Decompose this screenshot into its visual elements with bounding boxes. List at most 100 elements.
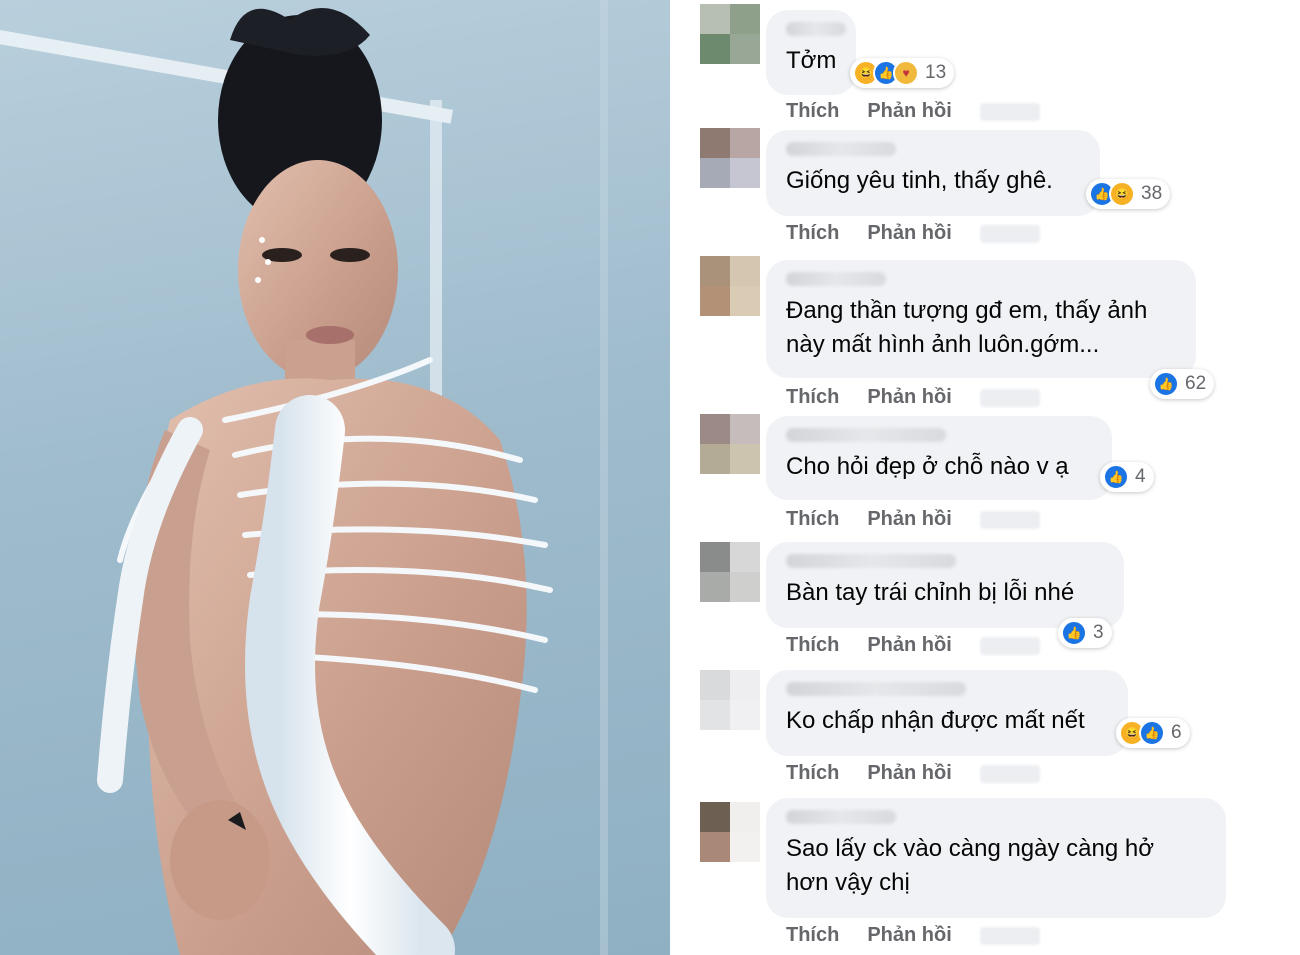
like-link[interactable]: Thích [786, 634, 839, 657]
reaction-count: 38 [1141, 183, 1163, 204]
avatar-tile [700, 286, 730, 316]
reaction-count: 62 [1185, 373, 1207, 394]
avatar-tile [700, 256, 730, 286]
avatar-tile [700, 414, 730, 444]
comment-bubble: Tởm [766, 10, 856, 95]
like-link[interactable]: Thích [786, 762, 839, 785]
avatar[interactable] [700, 670, 760, 730]
comment-text: Cho hỏi đẹp ở chỗ nào v ạ [786, 453, 1069, 480]
author-name-redacted [786, 142, 896, 156]
avatar-tile [700, 444, 730, 474]
author-name-redacted [786, 554, 956, 568]
avatar-tile [730, 158, 760, 188]
avatar-tile [730, 256, 760, 286]
comment-actions: Thích Phản hồi [786, 634, 1040, 657]
timestamp-redacted [979, 636, 1040, 655]
haha-icon: 😆 [1109, 181, 1135, 207]
reaction-count: 13 [925, 62, 947, 83]
comment-text-line-2: này mất hình ảnh luôn.gớm... [786, 331, 1100, 358]
reply-link[interactable]: Phản hồi [867, 508, 951, 531]
reaction-summary[interactable]: 👍 4 [1100, 462, 1154, 492]
comment-bubble: Ko chấp nhận được mất nết [766, 670, 1128, 756]
comment-actions: Thích Phản hồi [786, 386, 1040, 409]
comment-text-line-2: hơn vậy chị [786, 869, 910, 896]
like-link[interactable]: Thích [786, 222, 839, 245]
avatar[interactable] [700, 128, 760, 188]
reply-link[interactable]: Phản hồi [867, 762, 951, 785]
avatar-tile [730, 670, 760, 700]
avatar-tile [730, 832, 760, 862]
like-icon: 👍 [1061, 620, 1087, 646]
reaction-summary[interactable]: 👍 3 [1058, 618, 1112, 648]
avatar-tile [730, 286, 760, 316]
like-icon: 👍 [1103, 464, 1129, 490]
avatar[interactable] [700, 802, 760, 862]
comment-actions: Thích Phản hồi [786, 924, 1040, 947]
avatar-tile [730, 802, 760, 832]
author-name-redacted [786, 810, 896, 824]
reaction-count: 4 [1135, 466, 1146, 487]
avatar-tile [730, 572, 760, 602]
reaction-summary[interactable]: 😆 👍 6 [1116, 718, 1190, 748]
comment-text: Bàn tay trái chỉnh bị lỗi nhé [786, 579, 1075, 606]
avatar-tile [700, 34, 730, 64]
avatar-tile [730, 444, 760, 474]
reaction-count: 3 [1093, 622, 1104, 643]
reaction-summary[interactable]: 👍 😆 38 [1086, 179, 1171, 209]
comment-text-line-1: Đang thần tượng gđ em, thấy ảnh [786, 297, 1148, 324]
comment-bubble: Đang thần tượng gđ em, thấy ảnh này mất … [766, 260, 1196, 378]
comment-actions: Thích Phản hồi [786, 762, 1040, 785]
author-name-redacted [786, 22, 846, 36]
reaction-count: 6 [1171, 722, 1182, 743]
avatar-tile [730, 34, 760, 64]
comment-bubble: Sao lấy ck vào càng ngày càng hở hơn vậy… [766, 798, 1226, 918]
avatar-tile [700, 4, 730, 34]
author-name-redacted [786, 272, 886, 286]
timestamp-redacted [979, 764, 1040, 783]
like-link[interactable]: Thích [786, 386, 839, 409]
care-icon: ♥ [893, 60, 919, 86]
avatar[interactable] [700, 414, 760, 474]
reaction-summary[interactable]: 😆 👍 ♥ 13 [850, 58, 955, 88]
like-link[interactable]: Thích [786, 924, 839, 947]
photo-illustration [0, 0, 608, 955]
avatar-tile [730, 128, 760, 158]
author-name-redacted [786, 428, 946, 442]
avatar[interactable] [700, 542, 760, 602]
like-link[interactable]: Thích [786, 100, 839, 123]
reply-link[interactable]: Phản hồi [867, 924, 951, 947]
reaction-summary[interactable]: 👍 62 [1150, 369, 1215, 399]
timestamp-redacted [979, 102, 1040, 121]
avatar-tile [730, 542, 760, 572]
reply-link[interactable]: Phản hồi [867, 386, 951, 409]
avatar-tile [700, 128, 730, 158]
timestamp-redacted [979, 926, 1040, 945]
timestamp-redacted [979, 510, 1040, 529]
comment-text: Giống yêu tinh, thấy ghê. [786, 167, 1053, 194]
reply-link[interactable]: Phản hồi [867, 634, 951, 657]
comment-text-line-1: Sao lấy ck vào càng ngày càng hở [786, 835, 1154, 862]
comment-actions: Thích Phản hồi [786, 100, 1040, 123]
comments-feed: Tởm 😆 👍 ♥ 13 Thích Phản hồi Giống yêu ti… [670, 0, 1300, 955]
like-icon: 👍 [1139, 720, 1165, 746]
like-link[interactable]: Thích [786, 508, 839, 531]
comment-text: Ko chấp nhận được mất nết [786, 707, 1085, 734]
reply-link[interactable]: Phản hồi [867, 100, 951, 123]
avatar[interactable] [700, 4, 760, 64]
avatar-tile [700, 572, 730, 602]
comment-bubble: Giống yêu tinh, thấy ghê. [766, 130, 1100, 216]
comment-actions: Thích Phản hồi [786, 508, 1040, 531]
avatar-tile [700, 542, 730, 572]
timestamp-redacted [979, 224, 1040, 243]
avatar-tile [700, 802, 730, 832]
avatar-tile [730, 700, 760, 730]
comment-bubble: Cho hỏi đẹp ở chỗ nào v ạ [766, 416, 1112, 500]
reply-link[interactable]: Phản hồi [867, 222, 951, 245]
avatar-tile [700, 158, 730, 188]
author-name-redacted [786, 682, 966, 696]
avatar-tile [730, 414, 760, 444]
fashion-photo [0, 0, 670, 955]
comment-actions: Thích Phản hồi [786, 222, 1040, 245]
avatar[interactable] [700, 256, 760, 316]
avatar-tile [700, 832, 730, 862]
